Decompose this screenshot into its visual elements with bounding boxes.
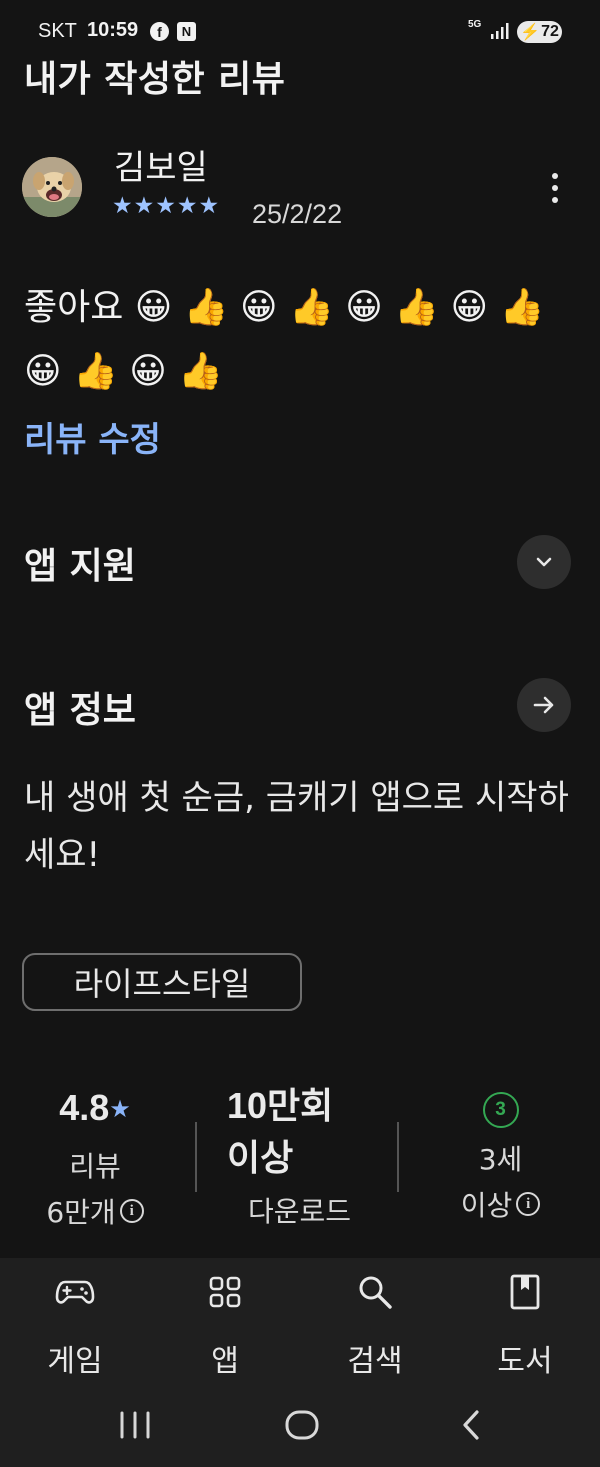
signal-icon bbox=[491, 23, 509, 39]
review-count: 6만개 bbox=[46, 1196, 116, 1229]
age-rating-stat[interactable]: 3 3세 이상 i bbox=[418, 1092, 583, 1224]
age-rating-label: 3세 bbox=[478, 1143, 523, 1176]
rating-value: 4.8 bbox=[59, 1087, 110, 1128]
info-icon: i bbox=[516, 1192, 541, 1216]
naver-icon: N bbox=[177, 22, 196, 41]
gamepad-icon bbox=[55, 1274, 95, 1310]
app-info-arrow-button[interactable] bbox=[517, 678, 571, 732]
chevron-down-icon bbox=[536, 557, 552, 567]
nav-item-games[interactable]: 게임 bbox=[0, 1258, 150, 1392]
divider bbox=[397, 1122, 399, 1192]
battery-level: 72 bbox=[541, 23, 559, 40]
nav-item-books[interactable]: 도서 bbox=[450, 1258, 600, 1392]
recent-apps-icon[interactable] bbox=[118, 1410, 152, 1440]
nav-label-search: 검색 bbox=[347, 1344, 403, 1379]
facebook-icon: f bbox=[150, 22, 169, 41]
avatar bbox=[22, 157, 82, 217]
nav-label-games: 게임 bbox=[47, 1344, 103, 1379]
star-icon: ★ bbox=[109, 1095, 131, 1123]
downloads-label: 다운로드 bbox=[247, 1195, 352, 1228]
review-text: 좋아요 😀 👍 😀 👍 😀 👍 😀 👍 😀 👍 😀 👍 bbox=[24, 287, 545, 392]
arrow-right-icon bbox=[533, 696, 554, 714]
app-description: 내 생애 첫 순금, 금캐기 앱으로 시작하세요! bbox=[24, 778, 569, 875]
category-chip[interactable]: 라이프스타일 bbox=[22, 953, 302, 1011]
nav-item-search[interactable]: 검색 bbox=[300, 1258, 450, 1392]
info-icon: i bbox=[119, 1199, 144, 1223]
carrier-label: SKT bbox=[38, 20, 77, 42]
downloads-value-suffix: 이상 bbox=[227, 1137, 294, 1178]
network-5g-icon: 5G bbox=[468, 19, 482, 30]
rating-label: 리뷰 bbox=[69, 1150, 121, 1183]
charging-icon: ⚡ bbox=[520, 24, 541, 41]
dot-icon bbox=[552, 185, 558, 191]
reviewer-name: 김보일 bbox=[114, 148, 208, 188]
clock: 10:59 bbox=[87, 19, 139, 41]
app-info-title: 앱 정보 bbox=[24, 690, 136, 731]
search-icon bbox=[357, 1274, 393, 1310]
star-rating: ★★★★★ bbox=[112, 193, 221, 219]
home-icon[interactable] bbox=[284, 1409, 320, 1441]
bottom-navigation: 게임 앱 검색 도서 bbox=[0, 1258, 600, 1392]
book-icon bbox=[510, 1274, 540, 1310]
downloads-stat: 10만회 이상 다운로드 bbox=[212, 1077, 387, 1230]
apps-grid-icon bbox=[209, 1274, 241, 1310]
review-date: 25/2/22 bbox=[252, 199, 343, 229]
back-icon[interactable] bbox=[456, 1408, 486, 1442]
nav-label-books: 도서 bbox=[497, 1344, 553, 1379]
age-rating-badge: 3 bbox=[482, 1092, 519, 1128]
dot-icon bbox=[552, 173, 558, 179]
system-navigation-bar bbox=[0, 1392, 600, 1467]
divider bbox=[195, 1122, 197, 1192]
age-rating-suffix: 이상 bbox=[460, 1189, 513, 1222]
page-title: 내가 작성한 리뷰 bbox=[24, 59, 286, 100]
nav-label-apps: 앱 bbox=[211, 1344, 239, 1379]
app-support-title: 앱 지원 bbox=[24, 546, 136, 587]
expand-app-support-button[interactable] bbox=[517, 535, 571, 589]
battery-indicator: ⚡ 72 bbox=[517, 21, 562, 43]
dot-icon bbox=[552, 197, 558, 203]
rating-stat[interactable]: 4.8★ 리뷰 6만개 i bbox=[25, 1087, 165, 1231]
more-options-button[interactable] bbox=[540, 170, 570, 206]
nav-item-apps[interactable]: 앱 bbox=[150, 1258, 300, 1392]
downloads-value: 10만회 bbox=[227, 1085, 334, 1126]
edit-review-link[interactable]: 리뷰 수정 bbox=[24, 412, 161, 461]
